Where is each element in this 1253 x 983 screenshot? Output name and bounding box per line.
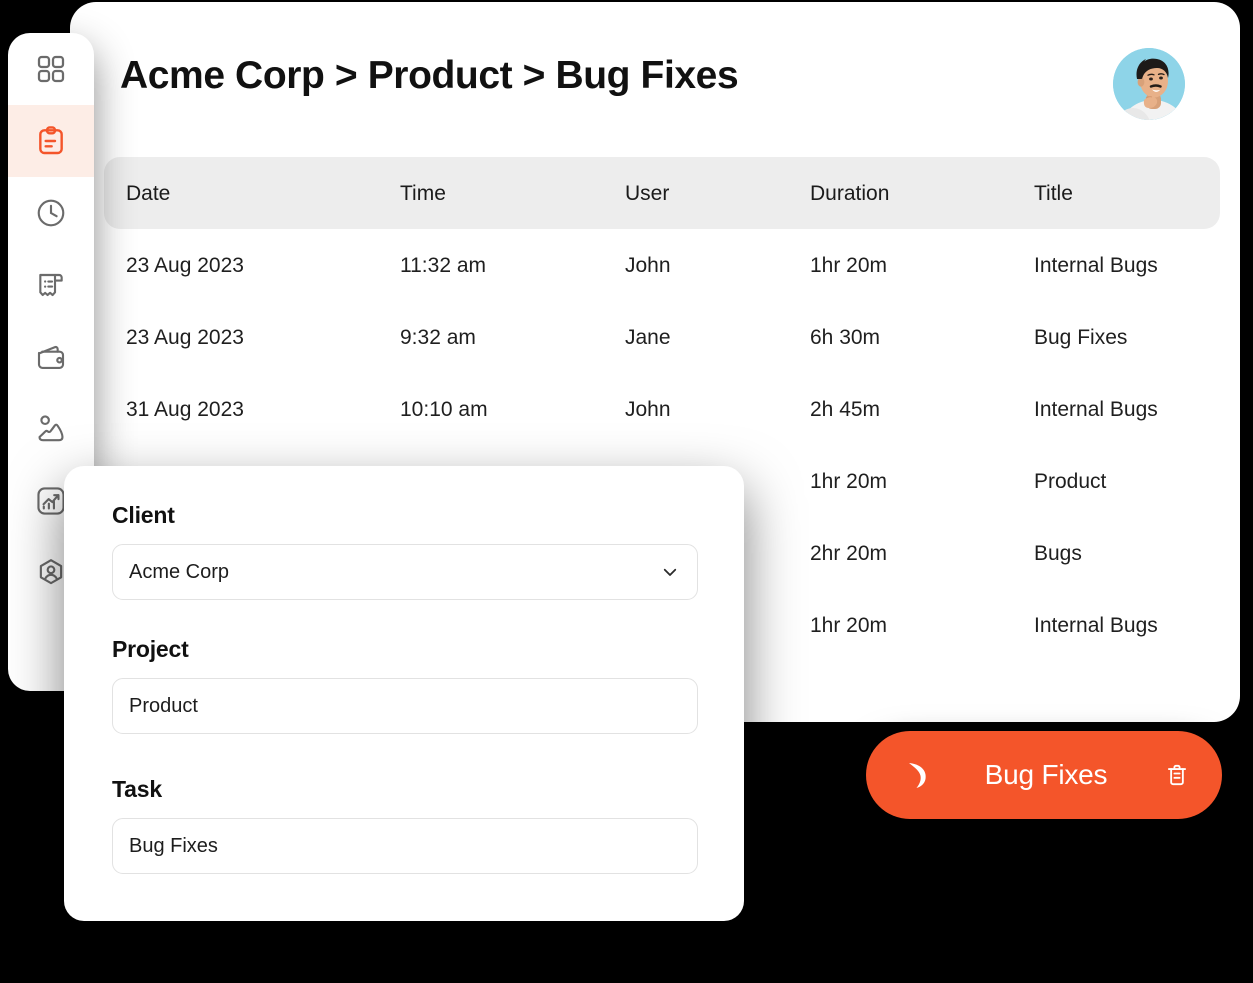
active-timer-pill[interactable]: Bug Fixes <box>866 731 1222 819</box>
image-icon <box>35 413 67 445</box>
cell-title: Internal Bugs <box>1034 398 1158 421</box>
column-header-user[interactable]: User <box>625 182 669 206</box>
screen: Acme Corp > Product > Bug Fixes Date Tim… <box>0 0 1253 983</box>
timer-task-label: Bug Fixes <box>984 759 1108 790</box>
clock-icon <box>35 197 67 229</box>
sidebar-item-time-tracking[interactable] <box>8 177 94 249</box>
cell-date: 23 Aug 2023 <box>126 254 244 277</box>
cell-user: John <box>625 398 671 421</box>
clipboard-icon <box>35 125 67 157</box>
cell-title: Internal Bugs <box>1034 614 1158 637</box>
sidebar-item-dashboard[interactable] <box>8 33 94 105</box>
task-value: Bug Fixes <box>129 834 218 857</box>
cell-time: 9:32 am <box>400 326 476 349</box>
cell-duration: 6h 30m <box>810 326 881 349</box>
project-input[interactable]: Product <box>112 678 698 734</box>
cell-time: 11:32 am <box>400 254 486 277</box>
wallet-icon <box>35 341 67 373</box>
client-field-group: Client Acme Corp <box>112 502 698 600</box>
task-input[interactable]: Bug Fixes <box>112 818 698 874</box>
table-row[interactable]: 23 Aug 2023 11:32 am John 1hr 20m Intern… <box>104 229 1220 301</box>
task-field-group: Task Bug Fixes <box>112 776 698 874</box>
column-header-title[interactable]: Title <box>1034 182 1073 206</box>
chart-growth-icon <box>35 485 67 517</box>
cell-duration: 1hr 20m <box>810 254 888 277</box>
sidebar-item-invoices[interactable] <box>8 249 94 321</box>
cell-date: 31 Aug 2023 <box>126 398 244 421</box>
project-field-group: Project Product <box>112 636 698 734</box>
chevron-down-icon[interactable] <box>661 563 679 581</box>
trash-icon[interactable] <box>1164 762 1190 788</box>
sidebar-item-gallery[interactable] <box>8 393 94 465</box>
table-row[interactable]: 23 Aug 2023 9:32 am Jane 6h 30m Bug Fixe… <box>104 301 1220 373</box>
receipt-icon <box>35 269 67 301</box>
cell-duration: 2h 45m <box>810 398 881 421</box>
column-header-duration[interactable]: Duration <box>810 182 889 206</box>
entry-form-card: Client Acme Corp Project Product Task Bu… <box>64 466 744 921</box>
cell-title: Product <box>1034 470 1107 493</box>
cell-title: Bugs <box>1034 542 1082 565</box>
sidebar-item-timesheets[interactable] <box>8 105 94 177</box>
cell-title: Bug Fixes <box>1034 326 1128 349</box>
client-label: Client <box>112 502 175 528</box>
sidebar-item-expenses[interactable] <box>8 321 94 393</box>
table-header-row: Date Time User Duration Title <box>104 157 1220 229</box>
client-select[interactable]: Acme Corp <box>112 544 698 600</box>
avatar[interactable] <box>1113 48 1185 120</box>
project-value: Product <box>129 694 198 717</box>
page-header: Acme Corp > Product > Bug Fixes <box>70 2 1240 150</box>
cell-duration: 2hr 20m <box>810 542 888 565</box>
cell-date: 23 Aug 2023 <box>126 326 244 349</box>
avatar-photo <box>1113 48 1185 120</box>
breadcrumb-title: Acme Corp > Product > Bug Fixes <box>120 54 739 97</box>
cell-title: Internal Bugs <box>1034 254 1158 277</box>
cell-duration: 1hr 20m <box>810 470 888 493</box>
column-header-time[interactable]: Time <box>400 182 446 206</box>
cell-time: 10:10 am <box>400 398 488 421</box>
cell-duration: 1hr 20m <box>810 614 888 637</box>
task-label: Task <box>112 776 162 802</box>
column-header-date[interactable]: Date <box>126 182 170 206</box>
table-row[interactable]: 31 Aug 2023 10:10 am John 2h 45m Interna… <box>104 373 1220 445</box>
grid-icon <box>35 53 67 85</box>
user-hexagon-icon <box>35 557 67 589</box>
cell-user: John <box>625 254 671 277</box>
project-label: Project <box>112 636 189 662</box>
client-value: Acme Corp <box>129 560 230 583</box>
cell-user: Jane <box>625 326 671 349</box>
